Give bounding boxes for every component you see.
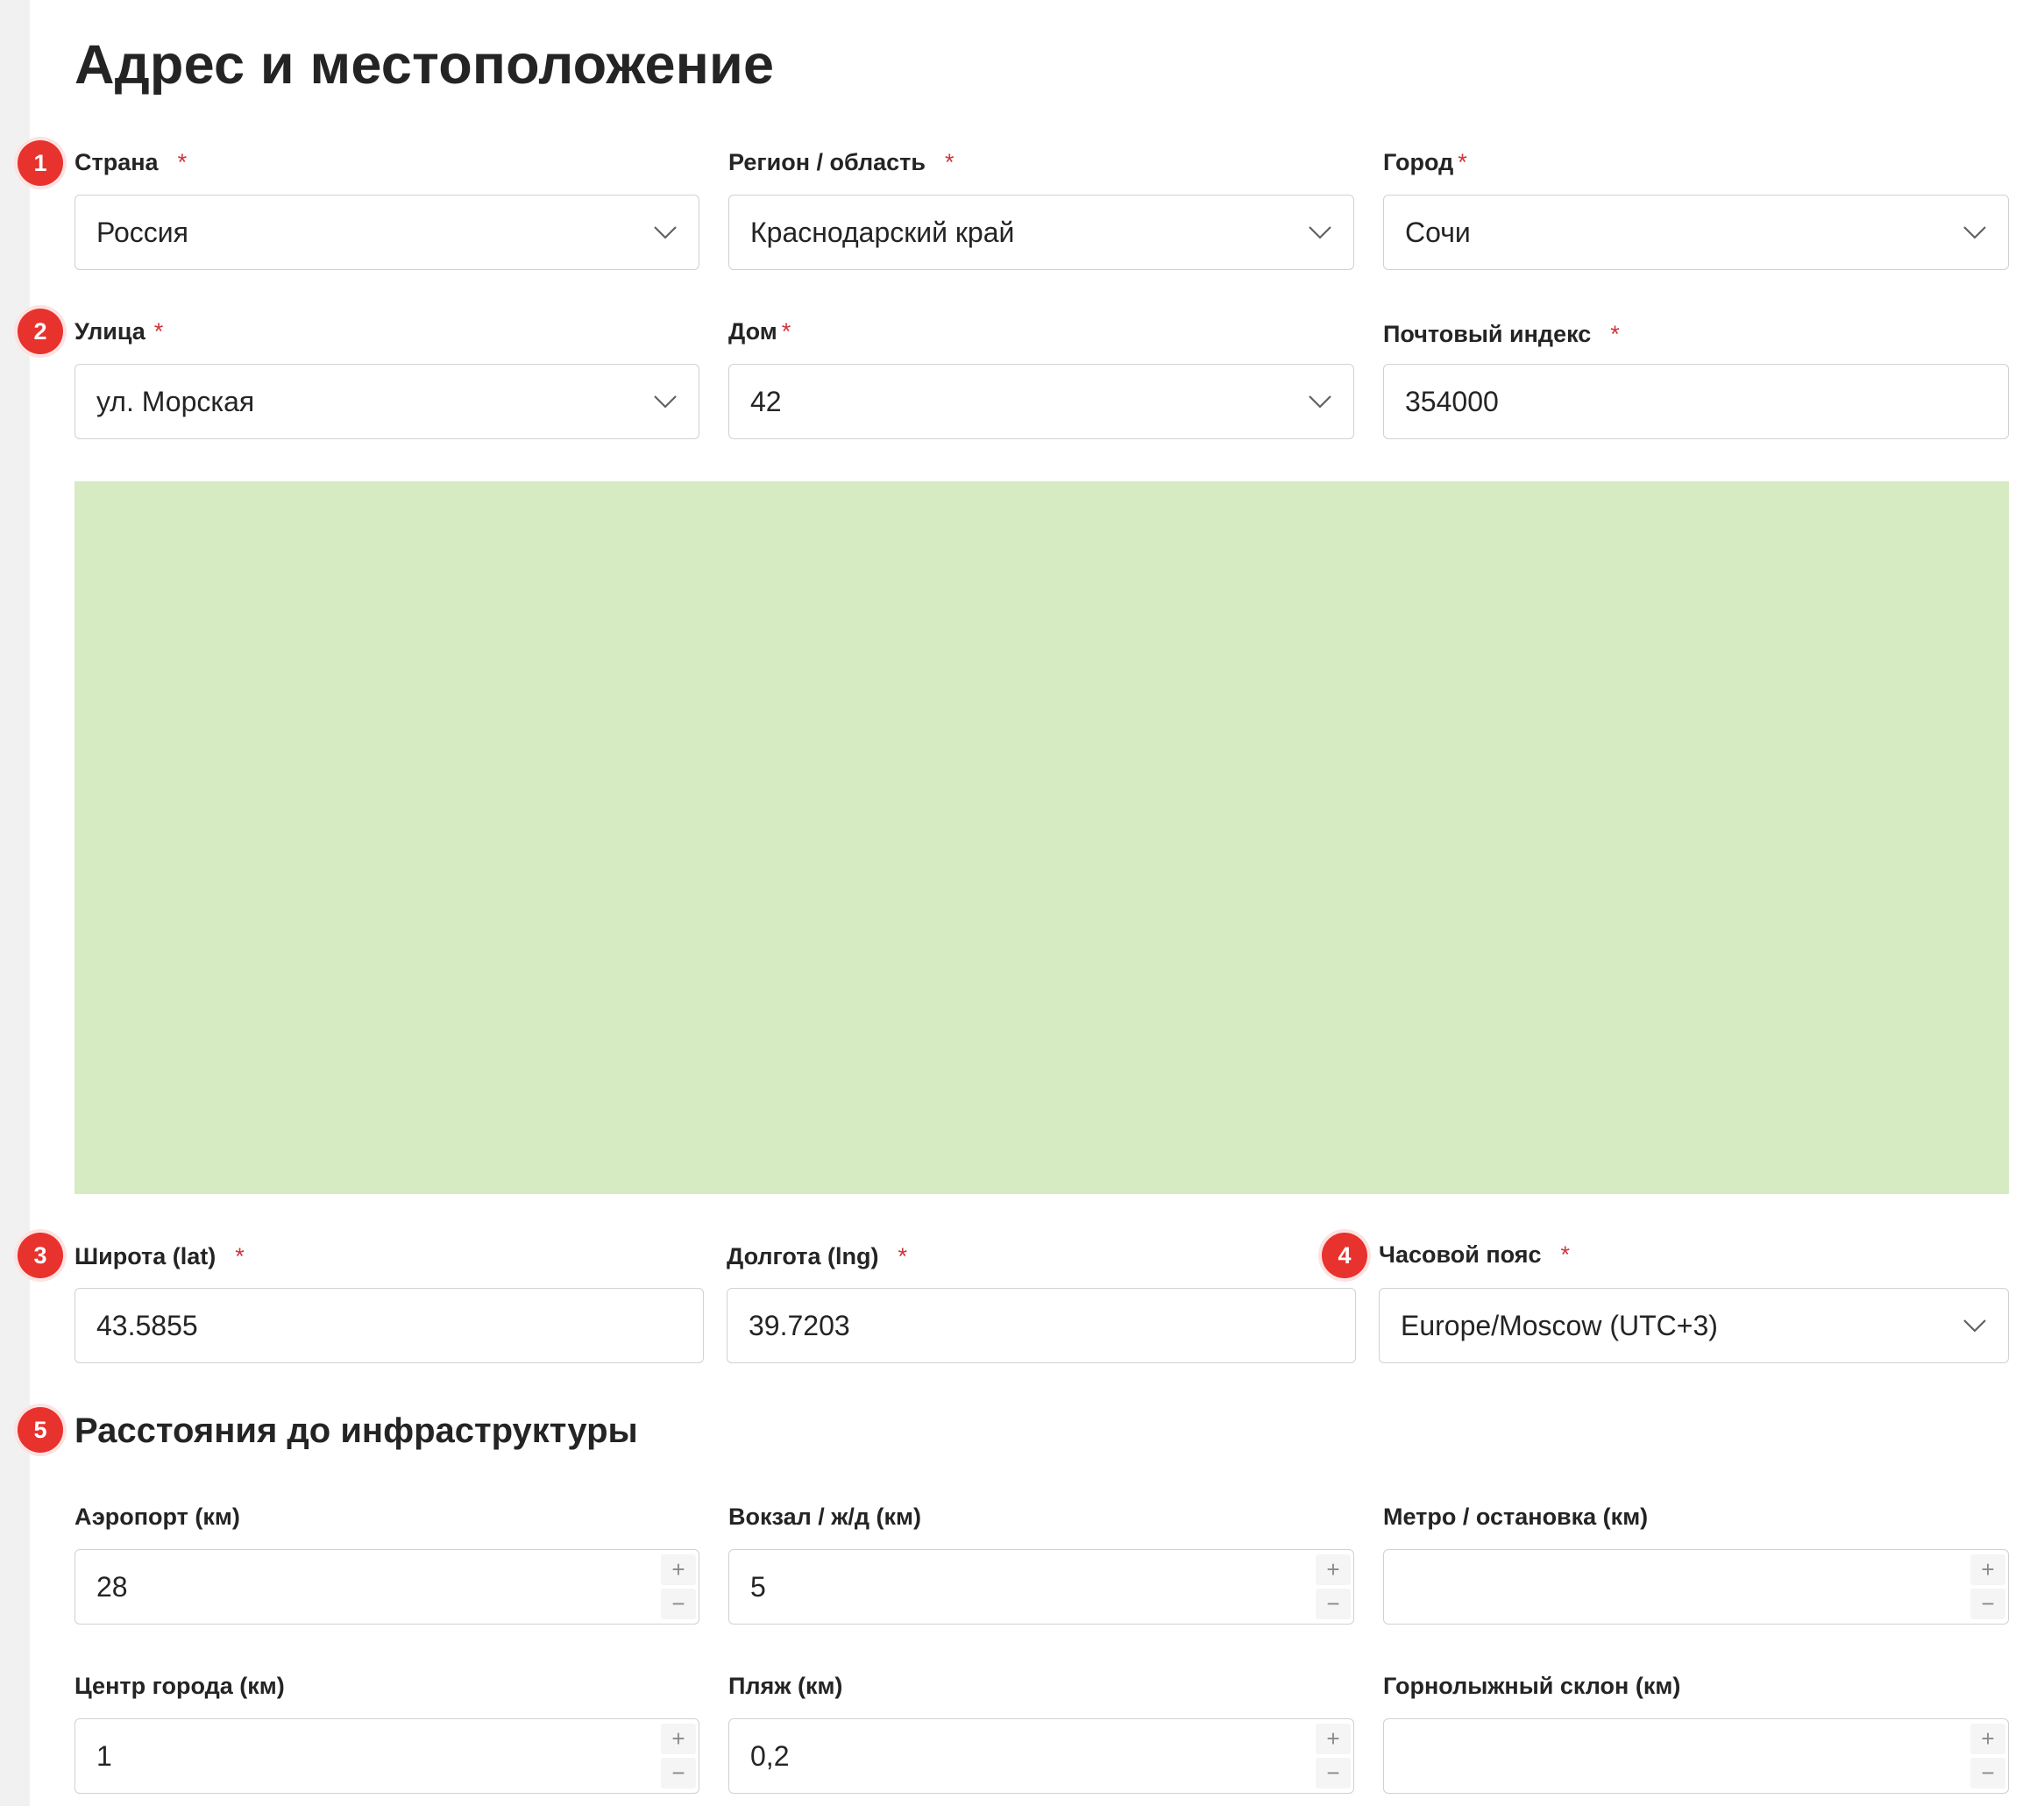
required-mark: * (1610, 321, 1620, 347)
required-mark: * (945, 149, 955, 175)
required-mark: * (1560, 1241, 1571, 1268)
region-select[interactable]: Краснодарский край (728, 195, 1354, 270)
lng-label: Долгота (lng) * (727, 1243, 907, 1270)
distances-section-title: Расстояния до инфраструктуры (75, 1411, 638, 1450)
ski-stepper: + − (1970, 1722, 2005, 1790)
required-mark: * (898, 1243, 907, 1269)
chevron-down-icon (654, 226, 677, 239)
airport-stepper: + − (661, 1553, 696, 1621)
required-mark: * (781, 318, 791, 345)
house-select[interactable]: 42 (728, 364, 1354, 439)
house-label: Дом * (728, 318, 791, 345)
street-label: Улица * (75, 318, 163, 345)
region-value: Краснодарский край (750, 216, 1015, 248)
beach-number-input[interactable]: 0,2 + − (728, 1718, 1354, 1794)
decrement-button[interactable]: − (1970, 1758, 2005, 1788)
lat-value: 43.5855 (96, 1309, 198, 1341)
city-label: Город * (1383, 149, 1467, 176)
lng-input[interactable]: 39.7203 (727, 1288, 1356, 1363)
increment-button[interactable]: + (1970, 1554, 2005, 1585)
chevron-down-icon (1309, 226, 1331, 239)
decrement-button[interactable]: − (1970, 1589, 2005, 1619)
beach-stepper: + − (1316, 1722, 1351, 1790)
required-mark: * (177, 149, 188, 175)
postcode-input[interactable]: 354000 (1383, 364, 2009, 439)
airport-value: 28 (96, 1570, 128, 1603)
increment-button[interactable]: + (1970, 1724, 2005, 1754)
postcode-label-text: Почтовый индекс (1383, 321, 1592, 347)
increment-button[interactable]: + (661, 1724, 696, 1754)
lat-label-text: Широта (lat) (75, 1243, 216, 1269)
chevron-down-icon (1963, 226, 1986, 239)
city-select[interactable]: Сочи (1383, 195, 2009, 270)
station-stepper: + − (1316, 1553, 1351, 1621)
step-badge-2: 2 (18, 309, 63, 354)
lat-input[interactable]: 43.5855 (75, 1288, 704, 1363)
lng-value: 39.7203 (749, 1309, 850, 1341)
city-label-text: Город (1383, 149, 1454, 175)
station-number-input[interactable]: 5 + − (728, 1549, 1354, 1625)
timezone-value: Europe/Moscow (UTC+3) (1401, 1309, 1718, 1341)
decrement-button[interactable]: − (1316, 1758, 1351, 1788)
station-value: 5 (750, 1570, 766, 1603)
beach-label: Пляж (км) (728, 1673, 843, 1699)
step-badge-4: 4 (1322, 1233, 1367, 1278)
timezone-select[interactable]: Europe/Moscow (UTC+3) (1379, 1288, 2009, 1363)
increment-button[interactable]: + (1316, 1554, 1351, 1585)
city-value: Сочи (1405, 216, 1471, 248)
decrement-button[interactable]: − (1316, 1589, 1351, 1619)
region-label: Регион / область * (728, 149, 955, 176)
increment-button[interactable]: + (1316, 1724, 1351, 1754)
center-label: Центр города (км) (75, 1673, 285, 1699)
step-badge-3: 3 (18, 1233, 63, 1278)
country-select[interactable]: Россия (75, 195, 699, 270)
metro-label: Метро / остановка (км) (1383, 1504, 1649, 1530)
required-mark: * (235, 1243, 245, 1269)
chevron-down-icon (654, 395, 677, 409)
street-label-text: Улица (75, 318, 145, 345)
chevron-down-icon (1963, 1319, 1986, 1333)
postcode-value: 354000 (1405, 385, 1499, 417)
center-number-input[interactable]: 1 + − (75, 1718, 699, 1794)
center-stepper: + − (661, 1722, 696, 1790)
metro-number-input[interactable]: + − (1383, 1549, 2009, 1625)
street-value: ул. Морская (96, 385, 255, 417)
country-label: Страна * (75, 149, 187, 176)
center-value: 1 (96, 1739, 112, 1772)
airport-label: Аэропорт (км) (75, 1504, 240, 1530)
metro-stepper: + − (1970, 1553, 2005, 1621)
map-area[interactable] (75, 481, 2009, 1194)
region-label-text: Регион / область (728, 149, 926, 175)
postcode-label: Почтовый индекс * (1383, 321, 1620, 348)
increment-button[interactable]: + (661, 1554, 696, 1585)
street-select[interactable]: ул. Морская (75, 364, 699, 439)
airport-number-input[interactable]: 28 + − (75, 1549, 699, 1625)
house-label-text: Дом (728, 318, 777, 345)
step-badge-1: 1 (18, 140, 63, 186)
chevron-down-icon (1309, 395, 1331, 409)
station-label: Вокзал / ж/д (км) (728, 1504, 921, 1530)
country-label-text: Страна (75, 149, 159, 175)
page-title: Адрес и местоположение (75, 34, 775, 96)
beach-value: 0,2 (750, 1739, 790, 1772)
left-rail (0, 0, 30, 1806)
lng-label-text: Долгота (lng) (727, 1243, 879, 1269)
decrement-button[interactable]: − (661, 1589, 696, 1619)
timezone-label: Часовой пояс * (1379, 1241, 1570, 1269)
decrement-button[interactable]: − (661, 1758, 696, 1788)
step-badge-5: 5 (18, 1407, 63, 1453)
timezone-label-text: Часовой пояс (1379, 1241, 1542, 1268)
ski-label: Горнолыжный склон (км) (1383, 1673, 1681, 1699)
required-mark: * (153, 318, 164, 345)
country-value: Россия (96, 216, 188, 248)
lat-label: Широта (lat) * (75, 1243, 245, 1270)
house-value: 42 (750, 385, 782, 417)
required-mark: * (1458, 149, 1467, 175)
ski-number-input[interactable]: + − (1383, 1718, 2009, 1794)
